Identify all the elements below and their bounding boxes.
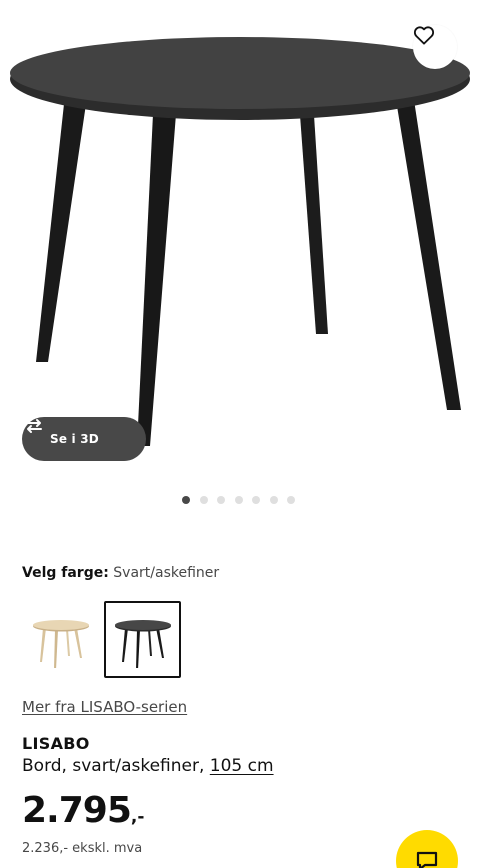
view-in-3d-button[interactable]: Se i 3D: [22, 417, 146, 461]
rotate-3d-icon: [26, 419, 42, 433]
color-picker-label: Velg farge: Svart/askefiner: [22, 565, 219, 581]
carousel-dot[interactable]: [199, 496, 208, 504]
color-selected-value: Svart/askefiner: [113, 565, 220, 581]
product-name: LISABO: [22, 734, 90, 753]
price-integer: 2.795: [22, 790, 132, 831]
product-description: Bord, svart/askefiner, 105 cm: [22, 756, 274, 776]
carousel-dot[interactable]: [252, 496, 260, 504]
carousel-pagination: [182, 496, 305, 506]
color-label-key: Velg farge:: [22, 565, 109, 581]
color-swatch-birch[interactable]: [22, 601, 99, 678]
product-type-text: Bord, svart/askefiner,: [22, 756, 205, 776]
heart-icon: [413, 26, 435, 45]
product-size-link[interactable]: 105 cm: [210, 756, 274, 776]
product-price: 2.795,-: [22, 790, 144, 831]
birch-table-thumbnail: [32, 619, 89, 668]
black-table-thumbnail: [114, 619, 171, 668]
chat-button[interactable]: [396, 830, 458, 868]
price-ex-vat: 2.236,- ekskl. mva: [22, 841, 143, 856]
chat-bubble-icon: [416, 851, 438, 868]
view-in-3d-label: Se i 3D: [50, 432, 99, 446]
carousel-dot[interactable]: [269, 496, 278, 504]
carousel-dot[interactable]: [217, 496, 225, 504]
carousel-dot[interactable]: [287, 496, 295, 504]
product-image[interactable]: Se i 3D: [0, 0, 480, 478]
carousel-dot[interactable]: [182, 496, 190, 504]
carousel-dot[interactable]: [234, 496, 243, 504]
favourite-button[interactable]: [413, 25, 457, 69]
color-swatch-black[interactable]: [104, 601, 181, 678]
series-link[interactable]: Mer fra LISABO-serien: [22, 698, 187, 716]
table-image: [10, 37, 470, 446]
price-decimal: ,-: [130, 807, 145, 827]
